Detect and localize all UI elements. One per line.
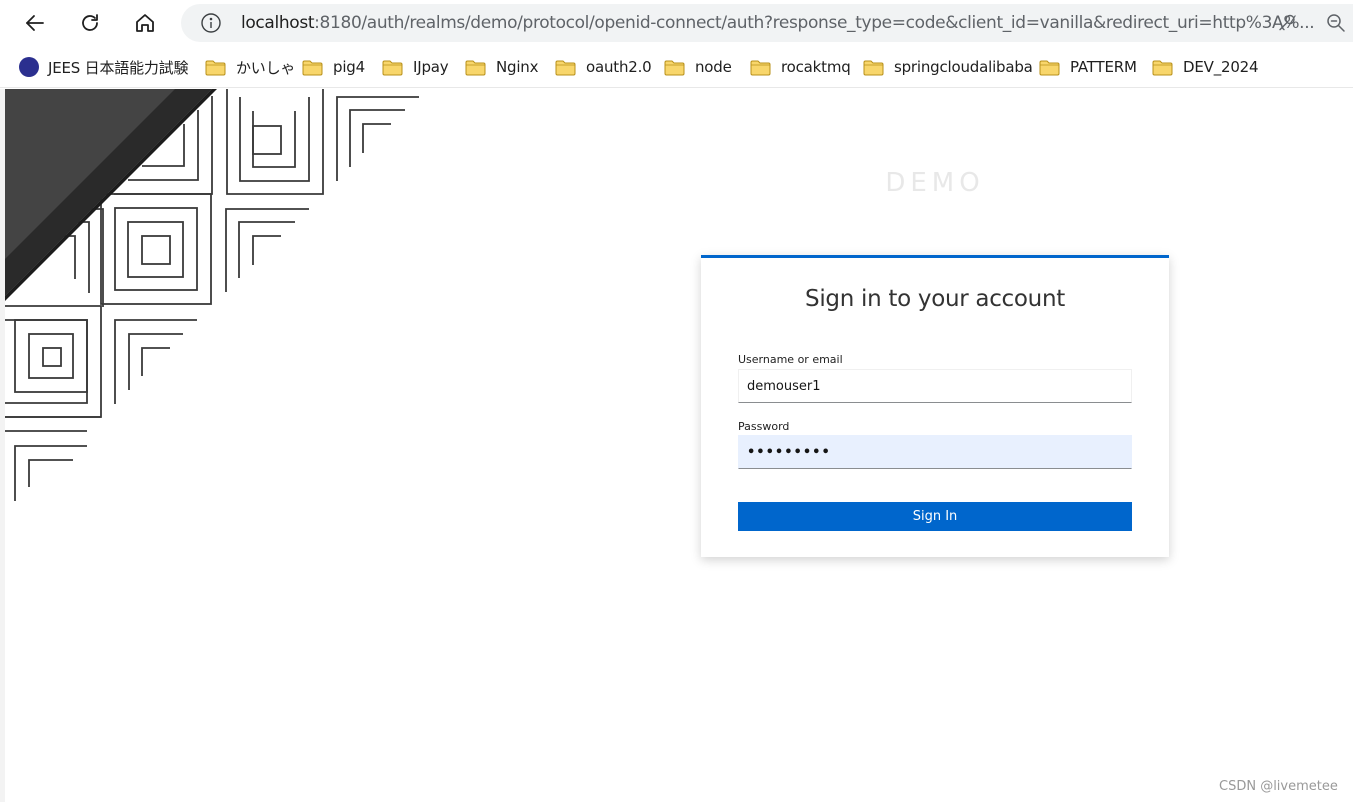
password-label: Password xyxy=(738,420,790,433)
back-button[interactable] xyxy=(19,7,51,39)
bookmark-springcloudalibaba[interactable]: springcloudalibaba xyxy=(863,56,1033,78)
folder-icon xyxy=(302,60,323,75)
background-pattern xyxy=(5,89,419,501)
pattern-tile xyxy=(114,319,197,404)
bookmark-oauth2[interactable]: oauth2.0 xyxy=(555,56,652,78)
back-icon xyxy=(26,15,44,31)
bookmark-label: rocaktmq xyxy=(781,58,851,76)
url-text[interactable]: localhost:8180/auth/realms/demo/protocol… xyxy=(241,13,1315,33)
bookmark-patterm[interactable]: PATTERM xyxy=(1039,56,1137,78)
folder-icon xyxy=(1152,60,1173,75)
realm-title: DEMO xyxy=(885,168,985,198)
password-input[interactable] xyxy=(738,435,1132,469)
bookmark-jees[interactable]: JEES 日本語能力試験 xyxy=(19,56,188,78)
bookmark-label: oauth2.0 xyxy=(586,58,652,76)
folder-icon xyxy=(382,60,403,75)
bookmark-rocaktmq[interactable]: rocaktmq xyxy=(750,56,851,78)
pattern-tile xyxy=(14,445,87,501)
folder-icon xyxy=(863,60,884,75)
address-bar[interactable]: localhost:8180/auth/realms/demo/protocol… xyxy=(181,4,1353,42)
url-host: localhost xyxy=(241,13,315,33)
bookmark-label: IJpay xyxy=(413,58,449,76)
bookmarks-bar: JEES 日本語能力試験 かいしゃ pig4 IJpay Nginx oauth… xyxy=(0,46,1353,88)
pattern-tile xyxy=(226,89,324,195)
login-card: Sign in to your account Username or emai… xyxy=(701,255,1169,557)
bookmark-label: springcloudalibaba xyxy=(894,58,1033,76)
reload-button[interactable] xyxy=(74,7,106,39)
card-heading: Sign in to your account xyxy=(805,286,1065,312)
bookmark-label: Nginx xyxy=(496,58,539,76)
folder-icon xyxy=(664,60,685,75)
home-button[interactable] xyxy=(129,7,161,39)
bookmark-label: JEES 日本語能力試験 xyxy=(48,58,189,77)
bookmark-node[interactable]: node xyxy=(664,56,732,78)
folder-icon xyxy=(555,60,576,75)
username-label: Username or email xyxy=(738,353,843,366)
bookmark-label: PATTERM xyxy=(1070,58,1137,76)
pattern-tile xyxy=(5,416,101,432)
folder-icon xyxy=(1039,60,1060,75)
pattern-tile xyxy=(14,319,88,393)
zoom-icon[interactable] xyxy=(1326,13,1346,33)
bookmark-pig4[interactable]: pig4 xyxy=(302,56,365,78)
watermark: CSDN @livemetee xyxy=(1219,779,1338,794)
pattern-tile xyxy=(225,208,309,292)
bookmark-ijpay[interactable]: IJpay xyxy=(382,56,449,78)
reload-icon xyxy=(82,14,98,31)
folder-icon xyxy=(205,60,226,75)
bookmark-kaisha[interactable]: かいしゃ xyxy=(205,56,295,78)
bookmark-label: かいしゃ xyxy=(236,58,296,77)
folder-icon xyxy=(465,60,486,75)
url-path: :8180/auth/realms/demo/protocol/openid-c… xyxy=(314,13,1315,33)
bookmark-label: DEV_2024 xyxy=(1183,58,1259,76)
bookmark-label: pig4 xyxy=(333,58,365,76)
jees-icon xyxy=(19,57,39,77)
pattern-tile xyxy=(100,193,212,305)
bookmark-label: node xyxy=(695,58,732,76)
home-icon xyxy=(136,14,154,32)
pattern-tile xyxy=(336,96,419,181)
folder-icon xyxy=(750,60,771,75)
browser-toolbar: localhost:8180/auth/realms/demo/protocol… xyxy=(0,0,1353,46)
bookmark-nginx[interactable]: Nginx xyxy=(465,56,538,78)
key-icon[interactable] xyxy=(1277,13,1297,33)
sign-in-button[interactable]: Sign In xyxy=(738,502,1132,531)
username-input[interactable] xyxy=(738,369,1132,403)
bookmark-dev2024[interactable]: DEV_2024 xyxy=(1152,56,1259,78)
info-icon[interactable] xyxy=(200,12,222,34)
